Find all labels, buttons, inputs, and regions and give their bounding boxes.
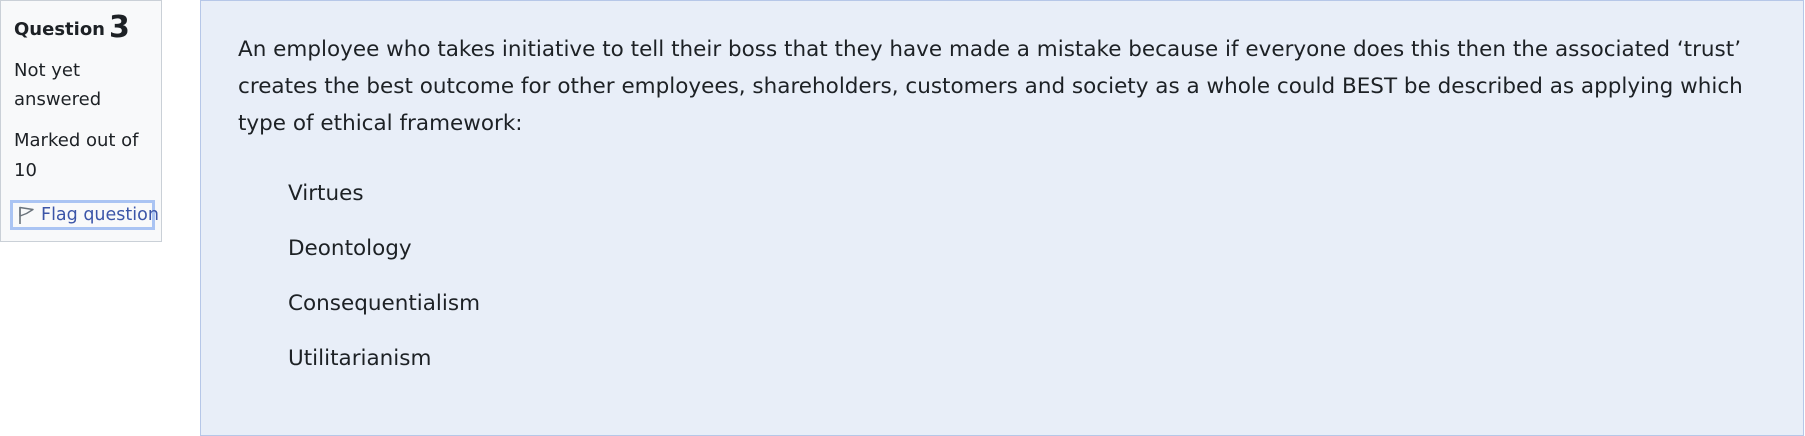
question-info-panel: Question 3 Not yet answered Marked out of… <box>0 0 162 242</box>
answer-label[interactable]: Consequentialism <box>288 289 480 319</box>
answer-option-utilitarianism[interactable]: Utilitarianism <box>288 344 1767 399</box>
question-state: Not yet answered <box>14 60 102 110</box>
answer-label[interactable]: Deontology <box>288 234 412 264</box>
question-heading: Question 3 <box>14 11 149 47</box>
question-content-panel: An employee who takes initiative to tell… <box>200 0 1804 436</box>
answer-option-deontology[interactable]: Deontology <box>288 234 1767 289</box>
answer-option-consequentialism[interactable]: Consequentialism <box>288 289 1767 344</box>
answer-option-virtues[interactable]: Virtues <box>288 179 1767 234</box>
answer-label[interactable]: Virtues <box>288 179 364 209</box>
flag-icon <box>19 206 34 224</box>
question-grade: Marked out of 10 <box>14 130 139 181</box>
question-number: 3 <box>109 10 130 45</box>
question-label: Question <box>14 19 105 40</box>
question-text: An employee who takes initiative to tell… <box>238 37 1743 136</box>
flag-question-button[interactable]: Flag question <box>10 200 159 230</box>
flag-question-label[interactable]: Flag question <box>41 204 159 226</box>
answer-list: Virtues Deontology Consequentialism Util… <box>238 179 1767 399</box>
answer-label[interactable]: Utilitarianism <box>288 344 431 374</box>
